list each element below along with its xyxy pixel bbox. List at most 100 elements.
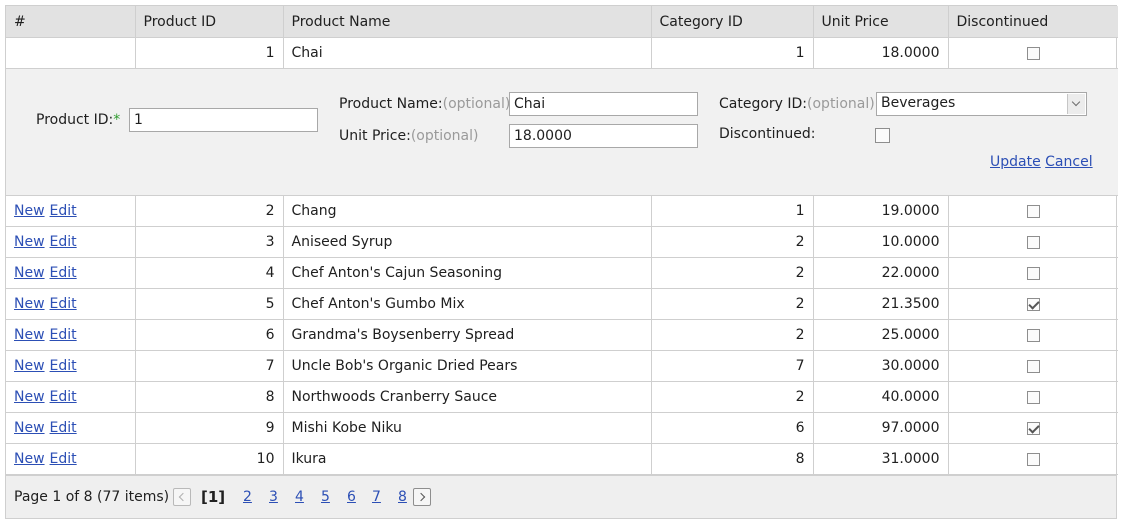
discontinued-checkbox[interactable] (1026, 359, 1040, 373)
pager-page-link[interactable]: 3 (269, 489, 278, 505)
product-name-input[interactable] (509, 92, 698, 116)
table-row[interactable]: New Edit 7 Uncle Bob's Organic Dried Pears 7… (6, 350, 1118, 382)
edit-link[interactable]: Edit (50, 420, 77, 436)
new-link[interactable]: New (14, 358, 45, 374)
table-row-editing[interactable]: 1 Chai 1 18.0000 (6, 37, 1118, 69)
cell-unit-price: 21.3500 (812, 288, 949, 320)
edit-form: Product ID:* Product Name:(optional) Uni… (6, 68, 1118, 196)
column-header-category-id[interactable]: Category ID (650, 6, 814, 38)
cancel-link[interactable]: Cancel (1045, 154, 1092, 170)
cell-discontinued (947, 37, 1118, 69)
new-link[interactable]: New (14, 234, 45, 250)
edit-link[interactable]: Edit (50, 451, 77, 467)
cell-product-id: 10 (134, 443, 284, 475)
cell-product-name: Chef Anton's Cajun Seasoning (282, 257, 652, 289)
new-link[interactable]: New (14, 296, 45, 312)
cell-category-id: 6 (650, 412, 814, 444)
cell-discontinued (947, 443, 1118, 475)
discontinued-checkbox[interactable] (1026, 204, 1040, 218)
pager-page-link[interactable]: 8 (398, 489, 407, 505)
cell-product-name: Mishi Kobe Niku (282, 412, 652, 444)
discontinued-checkbox[interactable] (1026, 421, 1040, 435)
new-link[interactable]: New (14, 203, 45, 219)
cell-unit-price: 10.0000 (812, 226, 949, 258)
discontinued-checkbox[interactable] (1026, 297, 1040, 311)
cell-unit-price: 30.0000 (812, 350, 949, 382)
category-select-value: Beverages (881, 95, 956, 111)
new-link[interactable]: New (14, 389, 45, 405)
edit-link[interactable]: Edit (50, 327, 77, 343)
cell-product-name: Uncle Bob's Organic Dried Pears (282, 350, 652, 382)
table-row[interactable]: New Edit 8 Northwoods Cranberry Sauce 2 40.00… (6, 381, 1118, 413)
table-row[interactable]: New Edit 2 Chang 1 19.0000 (6, 195, 1118, 227)
cell-unit-price: 19.0000 (812, 195, 949, 227)
edit-link[interactable]: Edit (50, 203, 77, 219)
pager-page-link[interactable]: 4 (295, 489, 304, 505)
table-row[interactable]: New Edit 3 Aniseed Syrup 2 10.0000 (6, 226, 1118, 258)
edit-link[interactable]: Edit (50, 265, 77, 281)
discontinued-checkbox[interactable] (1026, 390, 1040, 404)
edit-link[interactable]: Edit (50, 296, 77, 312)
new-link[interactable]: New (14, 420, 45, 436)
discontinued-checkbox[interactable] (1026, 266, 1040, 280)
cell-discontinued (947, 319, 1118, 351)
category-id-label: Category ID:(optional) (719, 96, 875, 112)
column-header-product-id[interactable]: Product ID (134, 6, 284, 38)
cell-discontinued (947, 226, 1118, 258)
cell-category-id: 2 (650, 381, 814, 413)
discontinued-label: Discontinued: (719, 126, 816, 142)
header-row: # Product ID Product Name Category ID Un… (6, 6, 1118, 38)
cell-discontinued (947, 350, 1118, 382)
products-table: # Product ID Product Name Category ID Un… (6, 6, 1118, 475)
cell-category-id: 2 (650, 288, 814, 320)
edit-form-row: Product ID:* Product Name:(optional) Uni… (6, 68, 1118, 196)
chevron-right-icon[interactable] (413, 488, 431, 506)
discontinued-edit-checkbox[interactable] (875, 128, 890, 143)
cell-product-name: Grandma's Boysenberry Spread (282, 319, 652, 351)
chevron-left-icon[interactable] (173, 488, 191, 506)
discontinued-checkbox[interactable] (1026, 46, 1040, 60)
edit-link[interactable]: Edit (50, 234, 77, 250)
cell-product-name: Ikura (282, 443, 652, 475)
new-link[interactable]: New (14, 327, 45, 343)
pager-page-link[interactable]: 7 (372, 489, 381, 505)
unit-price-input[interactable] (509, 124, 698, 148)
command-cell: New Edit (6, 288, 136, 320)
command-cell-empty (6, 37, 136, 69)
table-row[interactable]: New Edit 5 Chef Anton's Gumbo Mix 2 21.3500 (6, 288, 1118, 320)
column-header-unit-price[interactable]: Unit Price (812, 6, 949, 38)
cell-product-id: 2 (134, 195, 284, 227)
update-link[interactable]: Update (990, 154, 1041, 170)
cell-product-name: Chai (282, 37, 652, 69)
product-id-input[interactable] (129, 108, 318, 132)
new-link[interactable]: New (14, 451, 45, 467)
cell-product-id: 1 (134, 37, 284, 69)
cell-category-id: 1 (650, 195, 814, 227)
edit-link[interactable]: Edit (50, 389, 77, 405)
table-row[interactable]: New Edit 10 Ikura 8 31.0000 (6, 443, 1118, 475)
discontinued-checkbox[interactable] (1026, 452, 1040, 466)
edit-link[interactable]: Edit (50, 358, 77, 374)
cell-category-id: 8 (650, 443, 814, 475)
cell-product-name: Chef Anton's Gumbo Mix (282, 288, 652, 320)
discontinued-checkbox[interactable] (1026, 328, 1040, 342)
category-select[interactable]: Beverages (876, 92, 1087, 116)
table-row[interactable]: New Edit 6 Grandma's Boysenberry Spread 2 25.… (6, 319, 1118, 351)
command-cell: New Edit (6, 381, 136, 413)
column-header-product-name[interactable]: Product Name (282, 6, 652, 38)
chevron-down-icon[interactable] (1067, 94, 1085, 114)
pager-page-link[interactable]: 2 (243, 489, 252, 505)
pager-page-link[interactable]: 6 (347, 489, 356, 505)
discontinued-checkbox[interactable] (1026, 235, 1040, 249)
cell-product-id: 9 (134, 412, 284, 444)
table-row[interactable]: New Edit 9 Mishi Kobe Niku 6 97.0000 (6, 412, 1118, 444)
column-header-discontinued[interactable]: Discontinued (947, 6, 1118, 38)
unit-price-label: Unit Price:(optional) (339, 128, 479, 144)
column-header-index[interactable]: # (6, 6, 136, 38)
new-link[interactable]: New (14, 265, 45, 281)
table-row[interactable]: New Edit 4 Chef Anton's Cajun Seasoning 2 22.… (6, 257, 1118, 289)
cell-product-id: 6 (134, 319, 284, 351)
pager-page-link[interactable]: 5 (321, 489, 330, 505)
required-mark: * (113, 112, 121, 128)
command-cell: New Edit (6, 195, 136, 227)
